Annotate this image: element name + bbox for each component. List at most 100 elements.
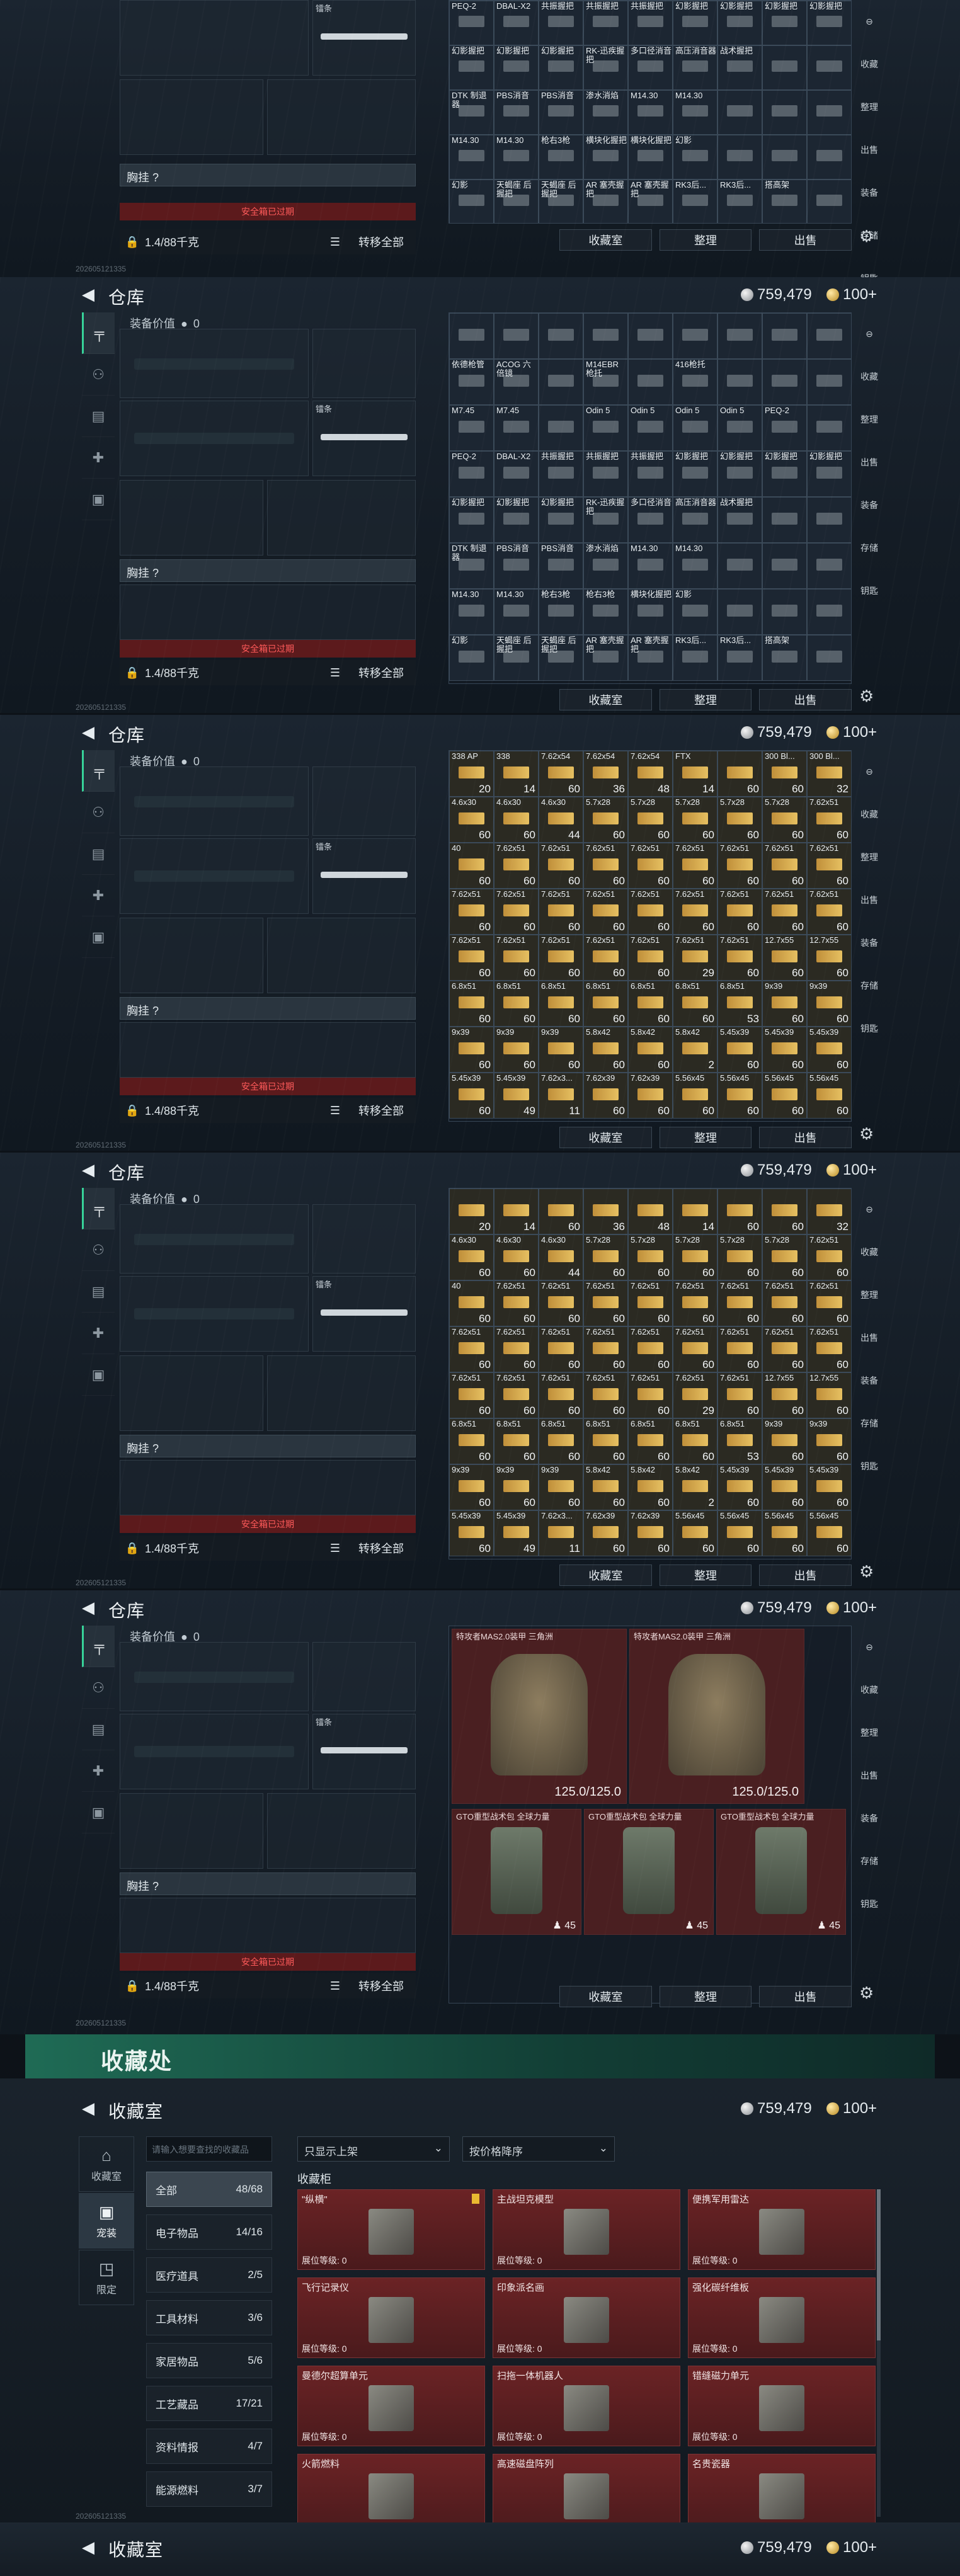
collection-button[interactable]: 收藏室 bbox=[559, 1564, 652, 1586]
helmet-slot[interactable] bbox=[120, 1355, 263, 1431]
inventory-cell[interactable] bbox=[539, 313, 583, 359]
inventory-cell[interactable]: 5.7x28 60 bbox=[762, 1234, 807, 1280]
inventory-cell[interactable]: 7.62x51 60 bbox=[539, 1372, 583, 1418]
inventory-cell[interactable]: 幻影 bbox=[449, 180, 494, 223]
inventory-cell[interactable]: 7.62x51 60 bbox=[539, 843, 583, 889]
inventory-cell[interactable]: 幻影握把 bbox=[539, 497, 583, 543]
inventory-cell[interactable]: 6.8x51 60 bbox=[673, 981, 717, 1027]
inventory-cell[interactable]: 7.62x51 60 bbox=[494, 843, 539, 889]
right-filter-icon[interactable]: 出售 bbox=[857, 1754, 882, 1797]
secondary-weapon-slot[interactable] bbox=[120, 1714, 309, 1789]
inventory-cell[interactable]: 60 bbox=[717, 1188, 762, 1234]
inventory-cell[interactable]: 7.62x51 60 bbox=[628, 843, 673, 889]
transfer-all-button[interactable]: 转移全部 bbox=[346, 1102, 416, 1119]
chest-rig-slot[interactable]: 胸挂 ? bbox=[120, 997, 416, 1020]
armor-slot[interactable] bbox=[267, 480, 416, 556]
inventory-cell[interactable]: 7.62x51 60 bbox=[583, 843, 628, 889]
side-tab-icon[interactable]: ✚ bbox=[82, 437, 115, 479]
inventory-cell[interactable]: 搭高架 bbox=[762, 180, 807, 223]
inventory-cell[interactable]: 共振握把 bbox=[628, 451, 673, 497]
inventory-cell[interactable]: PEQ-2 bbox=[449, 451, 494, 497]
inventory-cell[interactable]: 9x39 60 bbox=[449, 1464, 494, 1510]
category-item[interactable]: 工具材料 3/6 bbox=[146, 2300, 272, 2335]
right-filter-icon[interactable]: 钥匙 bbox=[857, 1883, 882, 1925]
inventory-cell[interactable]: Odin 5 bbox=[673, 405, 717, 451]
inventory-cell[interactable]: 14 bbox=[673, 1188, 717, 1234]
right-filter-icon[interactable]: 整理 bbox=[857, 836, 882, 879]
inventory-cell[interactable]: AR 塞壳握把 bbox=[583, 635, 628, 681]
helmet-slot[interactable] bbox=[120, 1793, 263, 1869]
inventory-cell[interactable]: 5.45x39 60 bbox=[762, 1027, 807, 1073]
inventory-cell[interactable] bbox=[807, 635, 851, 681]
inventory-cell[interactable]: 枪右3枪 bbox=[539, 135, 583, 180]
side-tab-icon[interactable]: ✚ bbox=[82, 1313, 115, 1354]
helmet-slot[interactable] bbox=[120, 480, 263, 556]
inventory-cell[interactable]: 6.8x51 60 bbox=[628, 1418, 673, 1464]
inventory-cell[interactable]: 横块化握把 bbox=[628, 135, 673, 180]
category-item[interactable]: 电子物品 14/16 bbox=[146, 2214, 272, 2250]
inventory-cell[interactable]: M7.45 bbox=[449, 405, 494, 451]
inventory-cell[interactable]: 渗水消焰 bbox=[583, 90, 628, 135]
inventory-cell[interactable]: M14.30 bbox=[449, 589, 494, 635]
inventory-cell[interactable]: 5.56x45 60 bbox=[762, 1073, 807, 1119]
inventory-cell[interactable]: 6.8x51 53 bbox=[717, 1418, 762, 1464]
secondary-weapon-slot[interactable] bbox=[120, 1276, 309, 1352]
inventory-cell[interactable]: 幻影握把 bbox=[673, 451, 717, 497]
inventory-cell[interactable]: 9x39 60 bbox=[449, 1027, 494, 1073]
inventory-cell[interactable]: 5.8x42 60 bbox=[628, 1464, 673, 1510]
list-icon[interactable]: ☰ bbox=[324, 666, 346, 680]
inventory-cell[interactable]: 依德枪管 bbox=[449, 359, 494, 405]
primary-weapon-slot[interactable] bbox=[120, 1642, 309, 1711]
inventory-cell[interactable]: PBS消音 bbox=[494, 90, 539, 135]
inventory-cell[interactable]: DTK 制退器 bbox=[449, 543, 494, 589]
inventory-cell[interactable]: 7.62x51 29 bbox=[673, 1372, 717, 1418]
inventory-cell[interactable]: 6.8x51 60 bbox=[539, 1418, 583, 1464]
inventory-cell[interactable]: M14.30 bbox=[673, 543, 717, 589]
inventory-cell[interactable]: 7.62x54 48 bbox=[628, 751, 673, 797]
inventory-cell[interactable]: 渗水消焰 bbox=[583, 543, 628, 589]
transfer-all-button[interactable]: 转移全部 bbox=[346, 664, 416, 681]
inventory-cell[interactable]: 338 AP 20 bbox=[449, 751, 494, 797]
primary-weapon-slot[interactable] bbox=[120, 1204, 309, 1274]
inventory-cell[interactable]: 幻影握把 bbox=[807, 1, 851, 45]
inventory-cell[interactable]: 36 bbox=[583, 1188, 628, 1234]
category-item[interactable]: 资料情报 4/7 bbox=[146, 2429, 272, 2464]
side-tab-icon[interactable]: ▤ bbox=[82, 1709, 115, 1750]
inventory-cell[interactable]: 幻影握把 bbox=[762, 1, 807, 45]
inventory-cell[interactable]: 5.56x45 60 bbox=[807, 1073, 851, 1119]
sell-button[interactable]: 出售 bbox=[759, 1127, 852, 1148]
inventory-cell[interactable]: 7.62x51 60 bbox=[673, 1280, 717, 1326]
inventory-cell[interactable]: 7.62x51 60 bbox=[807, 1326, 851, 1372]
inventory-cell[interactable]: 7.62x51 60 bbox=[539, 1280, 583, 1326]
inventory-cell[interactable]: FTX 14 bbox=[673, 751, 717, 797]
collection-item[interactable]: 飞行记录仪 展位等级: 0 bbox=[297, 2277, 485, 2358]
backpack-item[interactable]: GTO重型战术包 全球力量 ♟ 45 bbox=[452, 1809, 581, 1935]
inventory-cell[interactable]: 7.62x51 60 bbox=[583, 1326, 628, 1372]
inventory-cell[interactable] bbox=[628, 359, 673, 405]
right-filter-icon[interactable]: 存储 bbox=[857, 527, 882, 569]
category-item[interactable]: 全部 48/68 bbox=[146, 2172, 272, 2207]
inventory-cell[interactable]: 7.62x51 60 bbox=[494, 1280, 539, 1326]
inventory-cell[interactable]: 6.8x51 60 bbox=[539, 981, 583, 1027]
inventory-cell[interactable]: 6.8x51 60 bbox=[673, 1418, 717, 1464]
helmet-slot[interactable] bbox=[120, 918, 263, 993]
backpack-item[interactable]: GTO重型战术包 全球力量 ♟ 45 bbox=[584, 1809, 714, 1935]
inventory-cell[interactable]: 7.62x51 60 bbox=[717, 1326, 762, 1372]
inventory-cell[interactable]: PEQ-2 bbox=[449, 1, 494, 45]
inventory-cell[interactable]: 5.7x28 60 bbox=[762, 797, 807, 843]
inventory-cell[interactable]: M14.30 bbox=[628, 90, 673, 135]
collection-item[interactable]: 错缝磁力单元 展位等级: 0 bbox=[688, 2366, 876, 2446]
inventory-cell[interactable] bbox=[807, 313, 851, 359]
list-icon[interactable]: ☰ bbox=[324, 1104, 346, 1117]
inventory-cell[interactable]: 7.62x51 60 bbox=[717, 889, 762, 935]
collection-button[interactable]: 收藏室 bbox=[559, 229, 652, 251]
right-filter-icon[interactable]: 存储 bbox=[857, 1402, 882, 1445]
backpack-slot[interactable] bbox=[120, 1022, 416, 1078]
backpack-slot[interactable] bbox=[120, 1460, 416, 1515]
right-filter-icon[interactable]: 收藏 bbox=[857, 43, 882, 86]
inventory-cell[interactable] bbox=[494, 313, 539, 359]
collection-button[interactable]: 收藏室 bbox=[559, 1127, 652, 1148]
inventory-cell[interactable]: 300 Bl... 60 bbox=[762, 751, 807, 797]
inventory-cell[interactable]: 横块化握把 bbox=[628, 589, 673, 635]
sell-button[interactable]: 出售 bbox=[759, 229, 852, 251]
